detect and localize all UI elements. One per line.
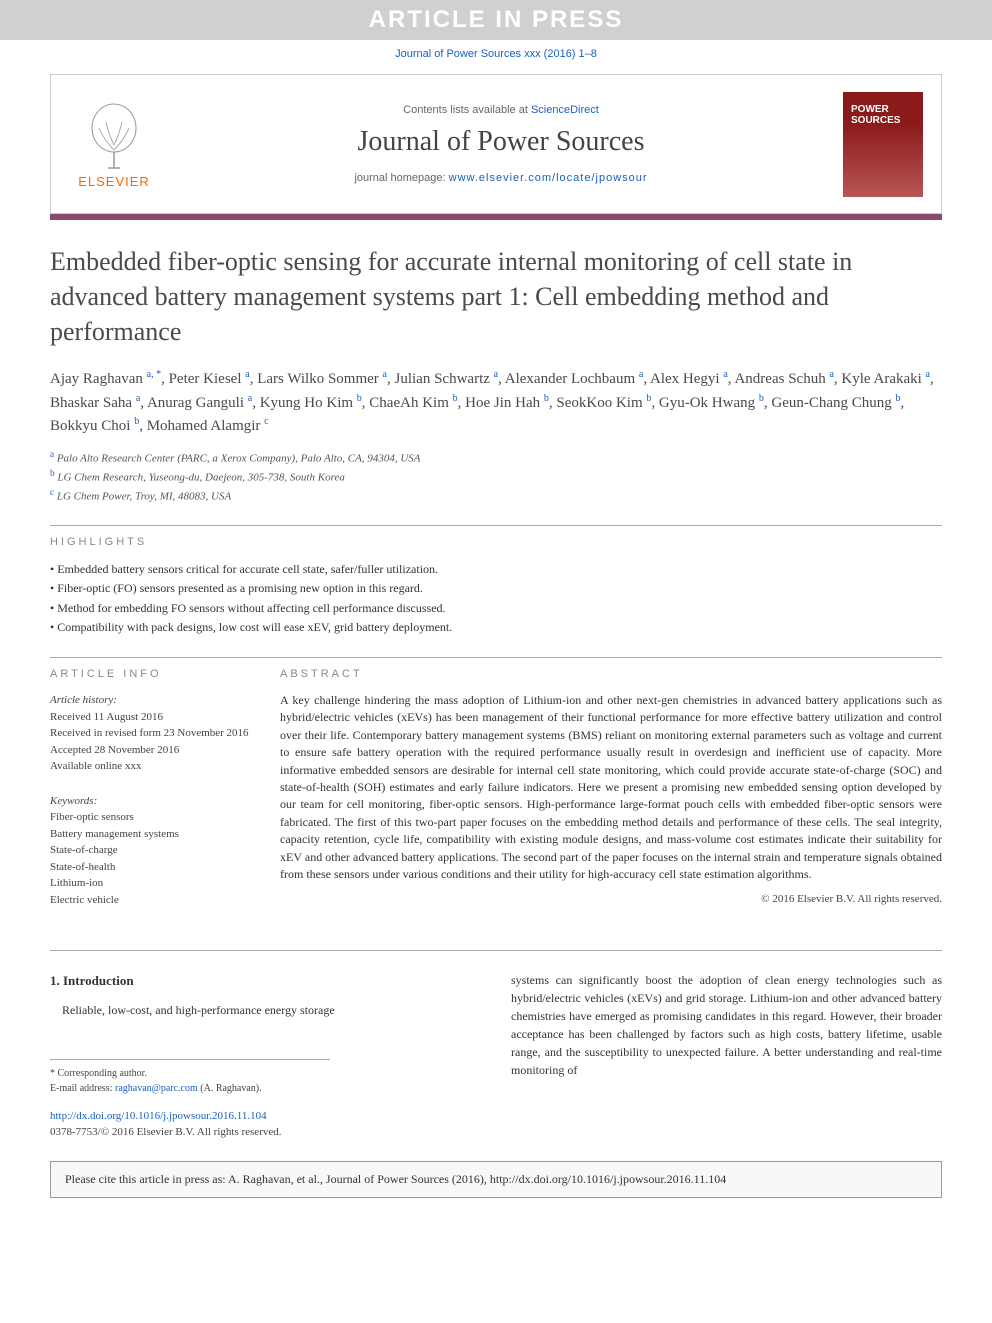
keyword-item: Battery management systems (50, 826, 250, 843)
citation-box: Please cite this article in press as: A.… (50, 1161, 942, 1198)
doi-link[interactable]: http://dx.doi.org/10.1016/j.jpowsour.201… (50, 1110, 267, 1122)
elsevier-tree-icon (84, 100, 144, 170)
contents-available: Contents lists available at ScienceDirec… (159, 104, 843, 116)
homepage-link[interactable]: www.elsevier.com/locate/jpowsour (449, 172, 648, 184)
article-info-label: ARTICLE INFO (50, 668, 250, 680)
highlight-item: Fiber-optic (FO) sensors presented as a … (50, 579, 942, 598)
intro-text-col1: Reliable, low-cost, and high-performance… (50, 1001, 481, 1019)
article-history: Article history: Received 11 August 2016… (50, 692, 250, 775)
introduction-section: 1. Introduction Reliable, low-cost, and … (50, 971, 942, 1141)
highlights-label: HIGHLIGHTS (50, 536, 942, 548)
highlights-list: Embedded battery sensors critical for ac… (50, 560, 942, 637)
header-divider-bar (50, 214, 942, 220)
elsevier-text: ELSEVIER (78, 174, 150, 189)
affiliations: a Palo Alto Research Center (PARC, a Xer… (50, 448, 942, 505)
highlight-item: Compatibility with pack designs, low cos… (50, 618, 942, 637)
abstract-label: ABSTRACT (280, 668, 942, 680)
journal-homepage: journal homepage: www.elsevier.com/locat… (159, 172, 843, 184)
journal-cover-thumbnail: POWER SOURCES (843, 92, 923, 197)
elsevier-logo: ELSEVIER (69, 100, 159, 189)
abstract-text: A key challenge hindering the mass adopt… (280, 692, 942, 883)
corresponding-email-link[interactable]: raghavan@parc.com (115, 1083, 198, 1094)
article-in-press-banner: ARTICLE IN PRESS (0, 0, 992, 40)
sciencedirect-link[interactable]: ScienceDirect (531, 104, 599, 116)
abstract-copyright: © 2016 Elsevier B.V. All rights reserved… (280, 893, 942, 905)
intro-text-col2: systems can significantly boost the adop… (511, 971, 942, 1079)
doi-block: http://dx.doi.org/10.1016/j.jpowsour.201… (50, 1108, 481, 1141)
keyword-item: State-of-health (50, 859, 250, 876)
intro-heading: 1. Introduction (50, 971, 481, 991)
keyword-item: Lithium-ion (50, 875, 250, 892)
keyword-item: Fiber-optic sensors (50, 809, 250, 826)
keywords-block: Keywords: Fiber-optic sensorsBattery man… (50, 793, 250, 909)
highlight-item: Embedded battery sensors critical for ac… (50, 560, 942, 579)
article-title: Embedded fiber-optic sensing for accurat… (50, 244, 942, 349)
author-list: Ajay Raghavan a, *, Peter Kiesel a, Lars… (50, 367, 942, 438)
journal-name: Journal of Power Sources (159, 126, 843, 158)
highlight-item: Method for embedding FO sensors without … (50, 599, 942, 618)
corresponding-footnote: * Corresponding author. E-mail address: … (50, 1059, 330, 1096)
cover-title: POWER SOURCES (851, 104, 923, 126)
keyword-item: Electric vehicle (50, 892, 250, 909)
journal-header: ELSEVIER Contents lists available at Sci… (50, 74, 942, 214)
keyword-item: State-of-charge (50, 842, 250, 859)
journal-reference: Journal of Power Sources xxx (2016) 1–8 (0, 40, 992, 74)
